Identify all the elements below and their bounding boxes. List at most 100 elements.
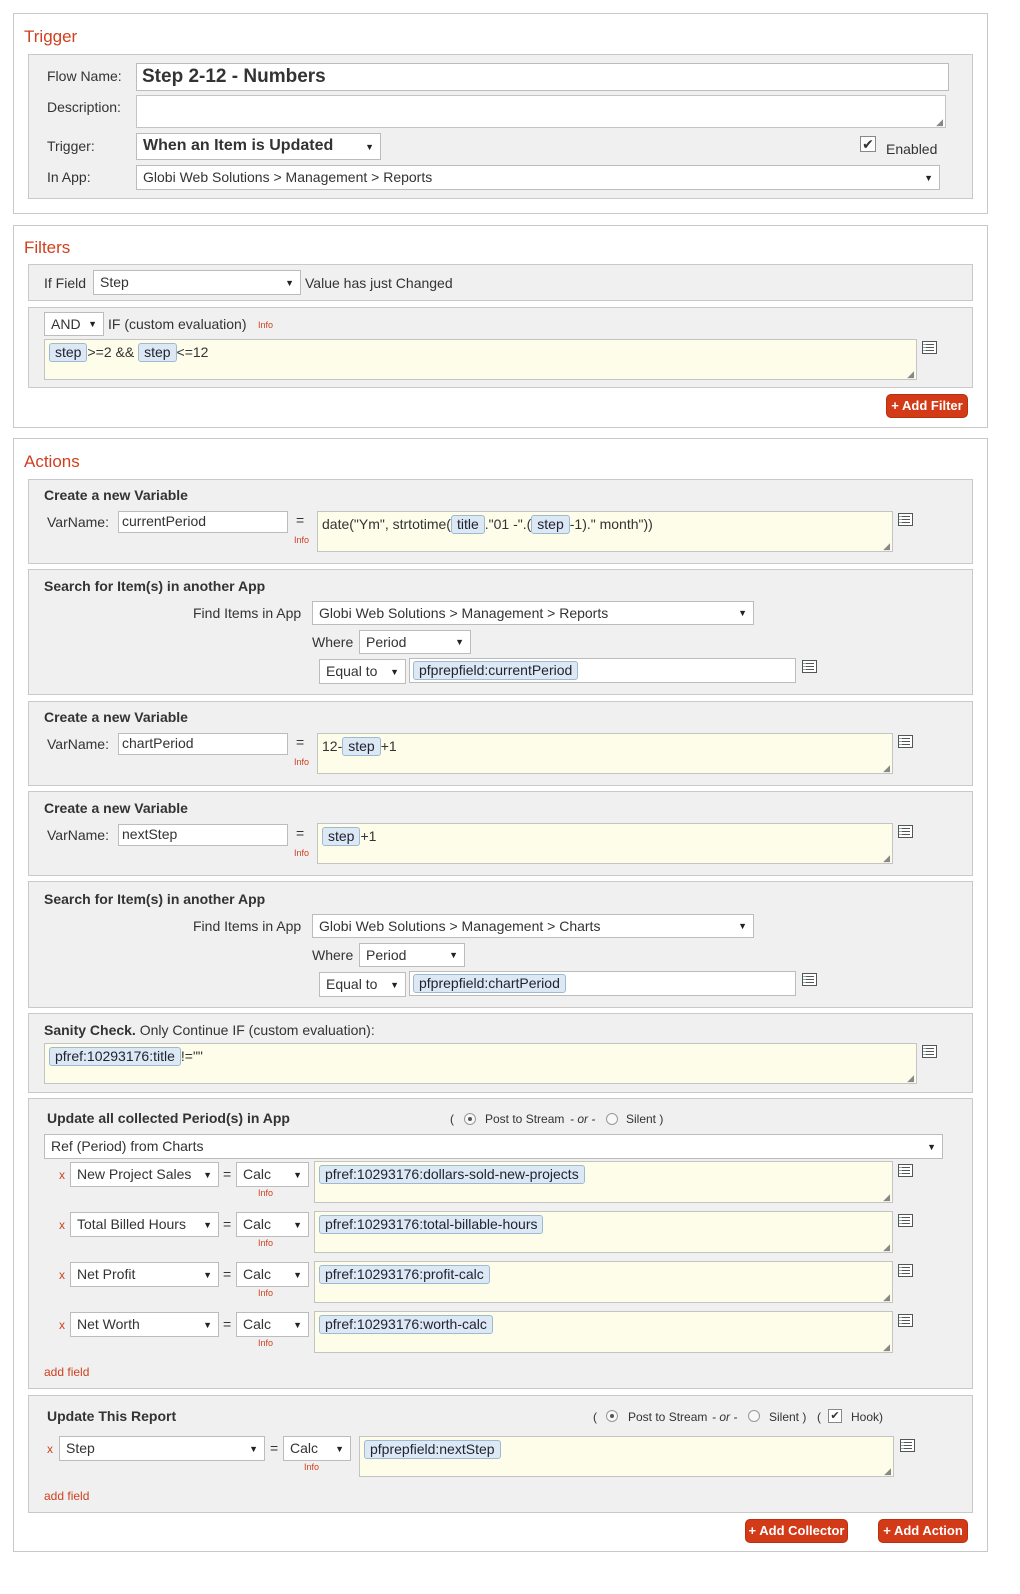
resize-grip-icon[interactable]: ◢ — [883, 1243, 890, 1252]
resize-grip-icon[interactable]: ◢ — [936, 118, 943, 127]
add-filter-button[interactable]: + Add Filter — [886, 394, 968, 418]
post-to-stream-radio[interactable] — [606, 1410, 618, 1422]
variable-expression-input[interactable]: step +1 ◢ — [317, 823, 893, 864]
field-value-input[interactable]: pfref:10293176:total-billable-hours ◢ — [314, 1211, 893, 1253]
info-link[interactable]: Info — [294, 535, 309, 545]
resize-grip-icon[interactable]: ◢ — [907, 1074, 914, 1083]
add-field-link[interactable]: add field — [44, 1365, 89, 1379]
field-picker-icon[interactable] — [922, 341, 937, 354]
resize-grip-icon[interactable]: ◢ — [883, 764, 890, 773]
match-value-input[interactable]: pfprepfield:currentPeriod — [409, 658, 796, 683]
field-select[interactable]: New Project Sales ▼ — [70, 1162, 219, 1187]
remove-field-icon[interactable]: x — [59, 1318, 65, 1332]
token-pfref-title[interactable]: pfref:10293176:title — [49, 1047, 181, 1066]
calc-select[interactable]: Calc ▼ — [283, 1436, 351, 1461]
resize-grip-icon[interactable]: ◢ — [883, 542, 890, 551]
token-pfref[interactable]: pfref:10293176:total-billable-hours — [319, 1215, 544, 1234]
flow-name-input[interactable]: Step 2-12 - Numbers — [136, 63, 949, 91]
field-picker-icon[interactable] — [898, 1164, 913, 1177]
resize-grip-icon[interactable]: ◢ — [883, 1293, 890, 1302]
resize-grip-icon[interactable]: ◢ — [883, 854, 890, 863]
remove-field-icon[interactable]: x — [59, 1218, 65, 1232]
token-chart-period[interactable]: pfprepfield:chartPeriod — [413, 974, 566, 993]
field-value-input[interactable]: pfref:10293176:profit-calc ◢ — [314, 1261, 893, 1303]
silent-radio[interactable] — [606, 1113, 618, 1125]
find-items-select[interactable]: Globi Web Solutions > Management > Chart… — [312, 914, 754, 938]
field-select[interactable]: Step ▼ — [59, 1436, 265, 1461]
filter-info-link[interactable]: Info — [258, 320, 273, 330]
field-picker-icon[interactable] — [898, 1214, 913, 1227]
operator-select[interactable]: Equal to ▼ — [319, 659, 406, 684]
if-field-select[interactable]: Step ▼ — [93, 270, 301, 295]
info-link[interactable]: Info — [258, 1288, 273, 1298]
field-value-input[interactable]: pfprepfield:nextStep ◢ — [359, 1436, 894, 1477]
field-picker-icon[interactable] — [898, 1314, 913, 1327]
field-select[interactable]: Net Profit ▼ — [70, 1262, 219, 1287]
field-value-input[interactable]: pfref:10293176:dollars-sold-new-projects… — [314, 1161, 893, 1203]
field-picker-icon[interactable] — [802, 660, 817, 673]
match-value-input[interactable]: pfprepfield:chartPeriod — [409, 971, 796, 996]
info-link[interactable]: Info — [304, 1462, 319, 1472]
field-picker-icon[interactable] — [898, 1264, 913, 1277]
sanity-expression-input[interactable]: pfref:10293176:title !="" ◢ — [44, 1043, 917, 1084]
info-link[interactable]: Info — [258, 1338, 273, 1348]
add-collector-button[interactable]: + Add Collector — [745, 1519, 848, 1543]
token-step[interactable]: step — [138, 343, 177, 362]
field-value-input[interactable]: pfref:10293176:worth-calc ◢ — [314, 1311, 893, 1353]
calc-select[interactable]: Calc ▼ — [236, 1262, 309, 1287]
ref-select[interactable]: Ref (Period) from Charts ▼ — [44, 1134, 943, 1159]
remove-field-icon[interactable]: x — [47, 1442, 53, 1456]
field-picker-icon[interactable] — [898, 513, 913, 526]
token-step[interactable]: step — [322, 827, 361, 846]
token-step[interactable]: step — [342, 737, 381, 756]
operator-select[interactable]: Equal to ▼ — [319, 972, 406, 997]
variable-expression-input[interactable]: 12- step +1 ◢ — [317, 733, 893, 774]
field-picker-icon[interactable] — [922, 1045, 937, 1058]
varname-input[interactable]: chartPeriod — [118, 733, 288, 755]
resize-grip-icon[interactable]: ◢ — [883, 1343, 890, 1352]
info-link[interactable]: Info — [258, 1188, 273, 1198]
field-picker-icon[interactable] — [898, 735, 913, 748]
in-app-select[interactable]: Globi Web Solutions > Management > Repor… — [136, 165, 940, 190]
info-link[interactable]: Info — [258, 1238, 273, 1248]
token-step[interactable]: step — [49, 343, 88, 362]
info-link[interactable]: Info — [294, 757, 309, 767]
token-current-period[interactable]: pfprepfield:currentPeriod — [413, 661, 579, 680]
token-next-step[interactable]: pfprepfield:nextStep — [364, 1440, 501, 1459]
filter-expression-input[interactable]: step >=2 && step <=12 ◢ — [44, 339, 917, 380]
calc-select[interactable]: Calc ▼ — [236, 1162, 309, 1187]
field-select[interactable]: Net Worth ▼ — [70, 1312, 219, 1337]
hook-checkbox[interactable]: ✔ — [828, 1409, 842, 1423]
add-field-link[interactable]: add field — [44, 1489, 89, 1503]
variable-expression-input[interactable]: date("Ym", strtotime(title ."01 -".(step -… — [317, 511, 893, 552]
resize-grip-icon[interactable]: ◢ — [907, 370, 914, 379]
token-step[interactable]: step — [531, 515, 570, 534]
where-select[interactable]: Period ▼ — [359, 630, 471, 654]
token-pfref[interactable]: pfref:10293176:worth-calc — [319, 1315, 493, 1334]
field-picker-icon[interactable] — [898, 825, 913, 838]
resize-grip-icon[interactable]: ◢ — [884, 1467, 891, 1476]
find-items-select[interactable]: Globi Web Solutions > Management > Repor… — [312, 601, 754, 625]
varname-input[interactable]: nextStep — [118, 824, 288, 846]
description-input[interactable]: ◢ — [136, 95, 946, 128]
post-to-stream-radio[interactable] — [464, 1113, 476, 1125]
remove-field-icon[interactable]: x — [59, 1168, 65, 1182]
varname-input[interactable]: currentPeriod — [118, 511, 288, 533]
token-title[interactable]: title — [450, 515, 485, 534]
enabled-checkbox[interactable]: ✔ — [860, 136, 876, 152]
token-pfref[interactable]: pfref:10293176:dollars-sold-new-projects — [319, 1165, 585, 1184]
resize-grip-icon[interactable]: ◢ — [883, 1193, 890, 1202]
field-select[interactable]: Total Billed Hours ▼ — [70, 1212, 219, 1237]
field-picker-icon[interactable] — [900, 1439, 915, 1452]
calc-select[interactable]: Calc ▼ — [236, 1312, 309, 1337]
field-picker-icon[interactable] — [802, 973, 817, 986]
where-select[interactable]: Period ▼ — [359, 943, 465, 967]
trigger-select[interactable]: When an Item is Updated ▼ — [136, 133, 381, 160]
token-pfref[interactable]: pfref:10293176:profit-calc — [319, 1265, 490, 1284]
silent-radio[interactable] — [748, 1410, 760, 1422]
remove-field-icon[interactable]: x — [59, 1268, 65, 1282]
calc-select[interactable]: Calc ▼ — [236, 1212, 309, 1237]
logic-select[interactable]: AND ▼ — [44, 312, 104, 336]
add-action-button[interactable]: + Add Action — [878, 1519, 968, 1543]
info-link[interactable]: Info — [294, 848, 309, 858]
